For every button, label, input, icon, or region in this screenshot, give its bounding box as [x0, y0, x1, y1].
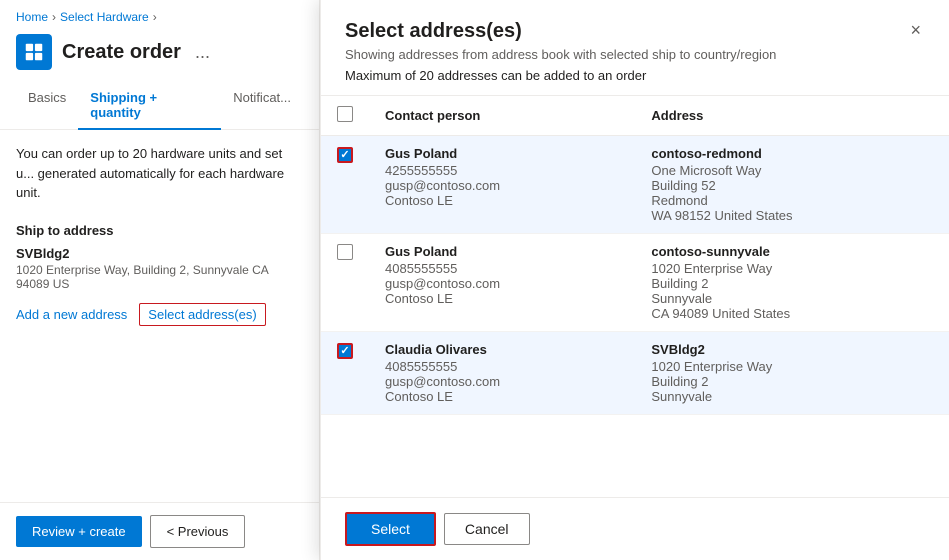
col-address: Address: [635, 96, 949, 136]
table-header-row: Contact person Address: [321, 96, 949, 136]
row2-address: contoso-sunnyvale 1020 Enterprise Way Bu…: [635, 234, 949, 332]
row3-email: gusp@contoso.com: [385, 374, 619, 389]
row2-addr-city: Sunnyvale: [651, 291, 933, 306]
row2-email: gusp@contoso.com: [385, 276, 619, 291]
left-footer: Review + create < Previous: [0, 502, 319, 560]
breadcrumb-sep-1: ›: [52, 10, 56, 24]
row2-addr-line1: 1020 Enterprise Way: [651, 261, 933, 276]
row1-checkbox-cell: [321, 136, 369, 234]
order-header: Create order ...: [0, 30, 319, 82]
row2-contact: Gus Poland 4085555555 gusp@contoso.com C…: [369, 234, 635, 332]
table-row: Gus Poland 4085555555 gusp@contoso.com C…: [321, 234, 949, 332]
row3-address: SVBldg2 1020 Enterprise Way Building 2 S…: [635, 332, 949, 415]
row2-addr-line2: Building 2: [651, 276, 933, 291]
left-content: You can order up to 20 hardware units an…: [0, 130, 319, 502]
address-detail: 1020 Enterprise Way, Building 2, Sunnyva…: [16, 263, 303, 291]
tab-notification[interactable]: Notificat...: [221, 82, 303, 130]
tab-basics[interactable]: Basics: [16, 82, 78, 130]
row1-address: contoso-redmond One Microsoft Way Buildi…: [635, 136, 949, 234]
modal-note: Maximum of 20 addresses can be added to …: [345, 68, 776, 83]
order-title: Create order: [62, 41, 181, 64]
row2-checkbox[interactable]: [337, 244, 353, 260]
address-links: Add a new address Select address(es): [16, 303, 303, 326]
cancel-button[interactable]: Cancel: [444, 513, 530, 545]
row2-contact-name: Gus Poland: [385, 244, 619, 259]
info-text: You can order up to 20 hardware units an…: [16, 144, 303, 203]
modal-close-button[interactable]: ×: [906, 20, 925, 41]
row2-phone: 4085555555: [385, 261, 619, 276]
row3-phone: 4085555555: [385, 359, 619, 374]
modal-title: Select address(es): [345, 20, 776, 43]
address-table: Contact person Address Gus Poland 425555…: [321, 96, 949, 415]
select-addresses-modal: Select address(es) Showing addresses fro…: [320, 0, 949, 560]
row1-addr-region: WA 98152 United States: [651, 208, 933, 223]
row3-addr-name: SVBldg2: [651, 342, 933, 357]
row2-addr-name: contoso-sunnyvale: [651, 244, 933, 259]
select-addresses-link[interactable]: Select address(es): [139, 303, 265, 326]
header-checkbox[interactable]: [337, 106, 353, 122]
row3-addr-line2: Building 2: [651, 374, 933, 389]
row3-contact: Claudia Olivares 4085555555 gusp@contoso…: [369, 332, 635, 415]
row1-contact: Gus Poland 4255555555 gusp@contoso.com C…: [369, 136, 635, 234]
row1-phone: 4255555555: [385, 163, 619, 178]
row3-addr-line1: 1020 Enterprise Way: [651, 359, 933, 374]
row3-checkbox[interactable]: [337, 343, 353, 359]
row2-company: Contoso LE: [385, 291, 619, 306]
row2-addr-region: CA 94089 United States: [651, 306, 933, 321]
modal-footer: Select Cancel: [321, 497, 949, 560]
add-new-address-link[interactable]: Add a new address: [16, 307, 127, 322]
row3-checkbox-cell: [321, 332, 369, 415]
tab-shipping-quantity[interactable]: Shipping + quantity: [78, 82, 221, 130]
row1-addr-city: Redmond: [651, 193, 933, 208]
ship-to-label: Ship to address: [16, 223, 303, 238]
row1-checkbox[interactable]: [337, 147, 353, 163]
row1-addr-line2: Building 52: [651, 178, 933, 193]
breadcrumb-sep-2: ›: [153, 10, 157, 24]
breadcrumb-home[interactable]: Home: [16, 10, 48, 24]
select-button[interactable]: Select: [345, 512, 436, 546]
row1-company: Contoso LE: [385, 193, 619, 208]
previous-button[interactable]: < Previous: [150, 515, 246, 548]
tabs-bar: Basics Shipping + quantity Notificat...: [0, 82, 319, 130]
row1-email: gusp@contoso.com: [385, 178, 619, 193]
row1-contact-name: Gus Poland: [385, 146, 619, 161]
review-create-button[interactable]: Review + create: [16, 516, 142, 547]
row3-contact-name: Claudia Olivares: [385, 342, 619, 357]
row3-company: Contoso LE: [385, 389, 619, 404]
table-row: Gus Poland 4255555555 gusp@contoso.com C…: [321, 136, 949, 234]
left-panel: Home › Select Hardware › Create order ..…: [0, 0, 320, 560]
breadcrumb-select-hardware[interactable]: Select Hardware: [60, 10, 149, 24]
row3-addr-city: Sunnyvale: [651, 389, 933, 404]
row2-checkbox-cell: [321, 234, 369, 332]
modal-header: Select address(es) Showing addresses fro…: [321, 0, 949, 96]
order-icon: [16, 34, 52, 70]
breadcrumb: Home › Select Hardware ›: [0, 0, 319, 30]
order-more-button[interactable]: ...: [195, 42, 210, 63]
row1-addr-name: contoso-redmond: [651, 146, 933, 161]
modal-subtitle: Showing addresses from address book with…: [345, 47, 776, 62]
row1-addr-line1: One Microsoft Way: [651, 163, 933, 178]
header-checkbox-cell: [321, 96, 369, 136]
table-row: Claudia Olivares 4085555555 gusp@contoso…: [321, 332, 949, 415]
modal-body: Contact person Address Gus Poland 425555…: [321, 96, 949, 497]
col-contact-person: Contact person: [369, 96, 635, 136]
address-box: SVBldg2 1020 Enterprise Way, Building 2,…: [16, 246, 303, 291]
modal-header-text: Select address(es) Showing addresses fro…: [345, 20, 776, 83]
address-name: SVBldg2: [16, 246, 303, 261]
